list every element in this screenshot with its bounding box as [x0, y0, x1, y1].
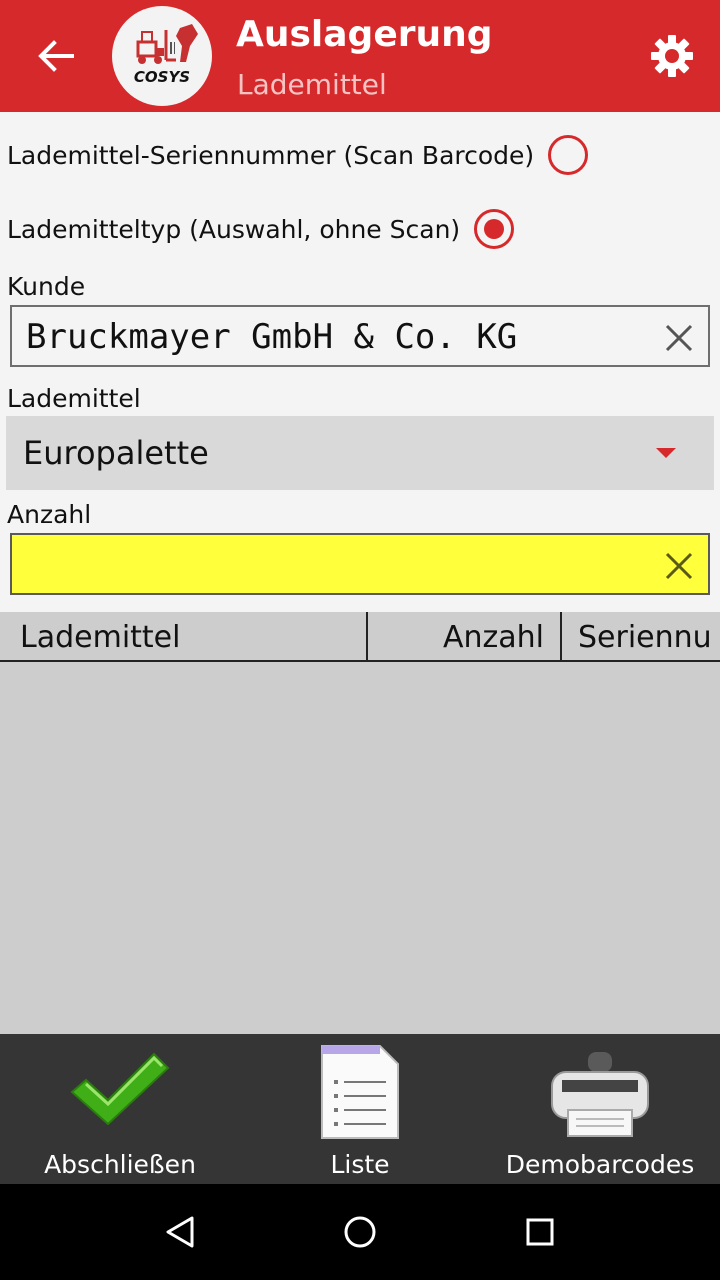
arrow-left-icon[interactable] [34, 34, 78, 78]
items-table[interactable]: Lademittel Anzahl Seriennu [0, 612, 720, 1034]
column-divider [560, 612, 562, 662]
demobarcodes-button[interactable]: Demobarcodes [480, 1034, 720, 1184]
demobarcodes-label: Demobarcodes [505, 1150, 695, 1179]
chevron-down-icon[interactable] [656, 448, 676, 458]
cosys-logo: COSYS [112, 6, 212, 106]
lademittel-selected-value: Europalette [23, 434, 209, 472]
option-type-select[interactable]: Lademitteltyp (Auswahl, ohne Scan) [7, 209, 515, 249]
square-recent-icon[interactable] [524, 1216, 556, 1248]
column-header-seriennummer[interactable]: Seriennu [578, 612, 720, 662]
printer-icon [551, 1052, 649, 1137]
column-divider [366, 612, 368, 662]
lademittel-dropdown[interactable]: Europalette [6, 416, 714, 490]
lademittel-label: Lademittel [7, 384, 141, 413]
option-serial-scan[interactable]: Lademittel-Seriennummer (Scan Barcode) [7, 135, 589, 175]
column-header-anzahl[interactable]: Anzahl [370, 612, 544, 662]
logo-text: COSYS [134, 68, 190, 86]
bottom-action-bar: Abschließen Liste Demobarcodes [0, 1034, 720, 1184]
triangle-back-icon[interactable] [162, 1214, 198, 1250]
page-title: Auslagerung [236, 14, 493, 55]
finish-label: Abschließen [44, 1150, 196, 1179]
column-header-lademittel[interactable]: Lademittel [20, 612, 360, 662]
option-serial-label: Lademittel-Seriennummer (Scan Barcode) [7, 140, 535, 170]
list-button[interactable]: Liste [240, 1034, 480, 1184]
radio-type[interactable] [474, 209, 515, 249]
page-subtitle: Lademittel [237, 68, 387, 101]
option-type-label: Lademitteltyp (Auswahl, ohne Scan) [7, 214, 461, 244]
anzahl-field[interactable] [10, 533, 710, 595]
gear-icon[interactable] [648, 32, 696, 80]
kunde-field[interactable]: Bruckmayer GmbH & Co. KG [10, 305, 710, 367]
checkmark-icon [70, 1052, 170, 1126]
list-label: Liste [330, 1150, 390, 1179]
kunde-value: Bruckmayer GmbH & Co. KG [26, 317, 518, 357]
document-list-icon [321, 1045, 399, 1139]
system-navigation-bar [0, 1184, 720, 1280]
anzahl-label: Anzahl [7, 500, 92, 529]
finish-button[interactable]: Abschließen [0, 1034, 240, 1184]
app-bar: COSYS Auslagerung Lademittel [0, 0, 720, 112]
close-icon[interactable] [662, 549, 696, 583]
kunde-label: Kunde [7, 272, 86, 301]
table-header: Lademittel Anzahl Seriennu [0, 612, 720, 662]
circle-home-icon[interactable] [342, 1214, 378, 1250]
close-icon[interactable] [662, 321, 696, 355]
radio-serial[interactable] [548, 135, 589, 175]
